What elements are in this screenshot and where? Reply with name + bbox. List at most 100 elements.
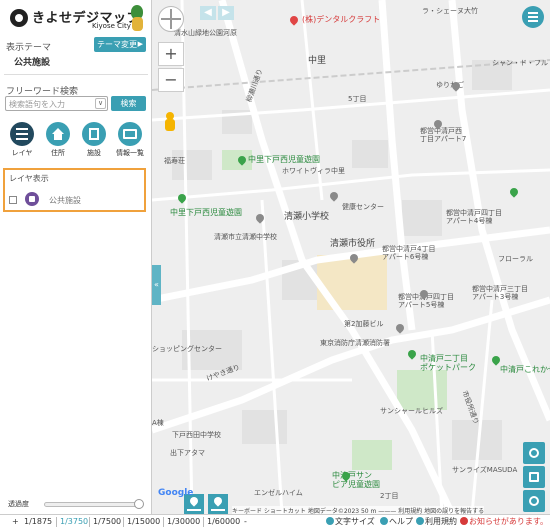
- toolbar-label: 情報一覧: [116, 149, 144, 157]
- city-emblem-icon: [10, 9, 28, 27]
- search-field: ∨: [5, 96, 108, 111]
- map-label: 中里下戸西児童遊園: [170, 208, 242, 217]
- collapse-sidebar-button[interactable]: «: [152, 265, 161, 305]
- map-label: 東京消防庁清瀬消防署: [320, 339, 390, 347]
- map-attribution[interactable]: キーボード ショートカット 地図データ©2023 50 m ——— 利用規約 地…: [232, 506, 485, 514]
- map-canvas[interactable]: 清水山緑地公園河原 (株)デンタルクラフト 中里 柳瀬川通り 5丁目 中里下戸西…: [152, 0, 550, 514]
- divider: [203, 517, 204, 527]
- layers-list-icon: [10, 122, 34, 146]
- map-label: 清瀬小学校: [284, 212, 330, 222]
- map-label: エンゼルハイム: [254, 489, 303, 497]
- map-label: フローラル: [498, 255, 533, 263]
- sidebar: きよせデジマップ Kiyose City 表示テーマ テーマ変更 ▶ 公共施設 …: [0, 0, 152, 529]
- divider: [89, 517, 90, 527]
- layer-panel-title: レイヤ表示: [9, 174, 49, 183]
- help-icon: [380, 517, 388, 525]
- footer-label: ヘルプ: [389, 517, 413, 526]
- map-label: サンシャールヒルズ: [380, 407, 443, 415]
- toolbar-label: 施設: [87, 149, 101, 157]
- back-arrow-icon[interactable]: ◀: [200, 6, 216, 20]
- scale-plus-button[interactable]: +: [12, 515, 19, 529]
- map-label: 出下アタマ: [170, 449, 205, 457]
- theme-label: 表示テーマ: [6, 43, 52, 53]
- map-label: 5丁目: [348, 95, 367, 103]
- mascot-icon: [128, 5, 146, 33]
- map-label: サンライズMASUDA: [452, 466, 518, 474]
- opacity-slider[interactable]: [44, 502, 140, 507]
- map-label: 都営中清戸四丁目 アパート4号棟: [446, 209, 502, 225]
- scale-bar: + 1/1875 1/3750 1/7500 1/15000 1/30000 1…: [0, 514, 550, 529]
- divider: [123, 517, 124, 527]
- footer-label: 利用規約: [425, 517, 457, 526]
- current-location-button[interactable]: [523, 442, 545, 464]
- scale-option[interactable]: 1/30000: [167, 515, 200, 529]
- footer-label: お知らせがあります。: [469, 517, 549, 526]
- app-logo[interactable]: きよせデジマップ Kiyose City: [6, 5, 146, 31]
- map-label: ラ・シェーヌ大竹: [422, 7, 478, 15]
- search-button[interactable]: 検索: [111, 96, 146, 111]
- map-label: ホワイトヴィラ中里: [282, 167, 345, 175]
- toolbar-facility-button[interactable]: 施設: [76, 122, 112, 158]
- scale-option-active[interactable]: 1/3750: [60, 515, 88, 529]
- toolbar-address-button[interactable]: 住所: [40, 122, 76, 158]
- forward-arrow-icon[interactable]: ▶: [218, 6, 234, 20]
- map-label: 福寿荘: [164, 157, 185, 165]
- toolbar-layer-button[interactable]: レイヤ: [4, 122, 40, 158]
- chevron-down-icon[interactable]: ∨: [95, 98, 106, 109]
- toolbar-label: 住所: [51, 149, 65, 157]
- play-arrow-icon: ▶: [137, 40, 143, 48]
- search-input[interactable]: [9, 98, 95, 110]
- terms-link[interactable]: 利用規約: [416, 515, 457, 529]
- map-label: 中里下戸西児童遊園: [248, 155, 320, 164]
- layers-copy-button[interactable]: [523, 466, 545, 488]
- map-label: 清瀬市役所: [330, 239, 376, 249]
- map-label: (株)デンタルクラフト: [302, 15, 381, 24]
- map-label: 都営中清戸4丁目 アパート6号棟: [382, 245, 436, 261]
- theme-change-button[interactable]: テーマ変更 ▶: [94, 37, 146, 52]
- toolbar-info-list-button[interactable]: 情報一覧: [112, 122, 148, 158]
- map-label: 中清戸これかぜ: [500, 365, 550, 374]
- pin-marker-button[interactable]: [208, 494, 228, 514]
- scale-option[interactable]: 1/1875: [24, 515, 52, 529]
- map-label: 清瀬市立清瀬中学校: [214, 233, 277, 241]
- book-icon: [118, 122, 142, 146]
- theme-change-label: テーマ変更: [97, 40, 137, 49]
- footer-label: 文字サイズ: [335, 517, 375, 526]
- help-link[interactable]: ヘルプ: [380, 515, 413, 529]
- map-label: ショッピングセンター: [152, 345, 222, 353]
- compass-icon[interactable]: [158, 6, 184, 32]
- public-facility-icon: [25, 192, 39, 206]
- map-label: 下戸西田中学校: [172, 431, 221, 439]
- font-size-icon: [326, 517, 334, 525]
- scale-option[interactable]: 1/60000: [207, 515, 240, 529]
- map-label: 都営中清戸三丁目 アパート3号棟: [472, 285, 528, 301]
- map-label: 第2加藤ビル: [344, 320, 384, 328]
- zoom-in-button[interactable]: +: [158, 42, 184, 66]
- map-label: 都営中清戸西 丁目アパート7: [420, 127, 467, 143]
- current-theme: 公共施設: [14, 58, 51, 68]
- street-view-pegman-icon[interactable]: [162, 112, 178, 132]
- opacity-label: 透過度: [8, 500, 29, 508]
- scale-minus-button[interactable]: -: [244, 515, 247, 529]
- notice-icon: [460, 517, 468, 525]
- map-label: 中清戸サン ピア児童遊園: [332, 471, 380, 489]
- opacity-slider-handle[interactable]: [134, 499, 144, 509]
- scale-option[interactable]: 1/7500: [93, 515, 121, 529]
- map-label: 中里: [308, 56, 327, 66]
- font-size-link[interactable]: 文字サイズ: [326, 515, 375, 529]
- menu-button[interactable]: [522, 6, 544, 28]
- divider: [4, 74, 148, 75]
- scale-option[interactable]: 1/15000: [127, 515, 160, 529]
- map-label: 2丁目: [380, 492, 399, 500]
- map-label: シャン・ド・フル: [492, 59, 548, 67]
- layer-checkbox[interactable]: [9, 196, 17, 204]
- map-label: 中清戸二丁目 ポケットパーク: [420, 354, 476, 372]
- settings-gear-button[interactable]: [523, 490, 545, 512]
- zoom-out-button[interactable]: −: [158, 68, 184, 92]
- toolbar-label: レイヤ: [11, 149, 33, 157]
- layer-panel: レイヤ表示 公共施設: [3, 168, 146, 212]
- divider: [163, 517, 164, 527]
- notice-link[interactable]: お知らせがあります。: [460, 515, 548, 529]
- layer-name: 公共施設: [49, 196, 81, 205]
- map-label: A棟: [152, 419, 164, 427]
